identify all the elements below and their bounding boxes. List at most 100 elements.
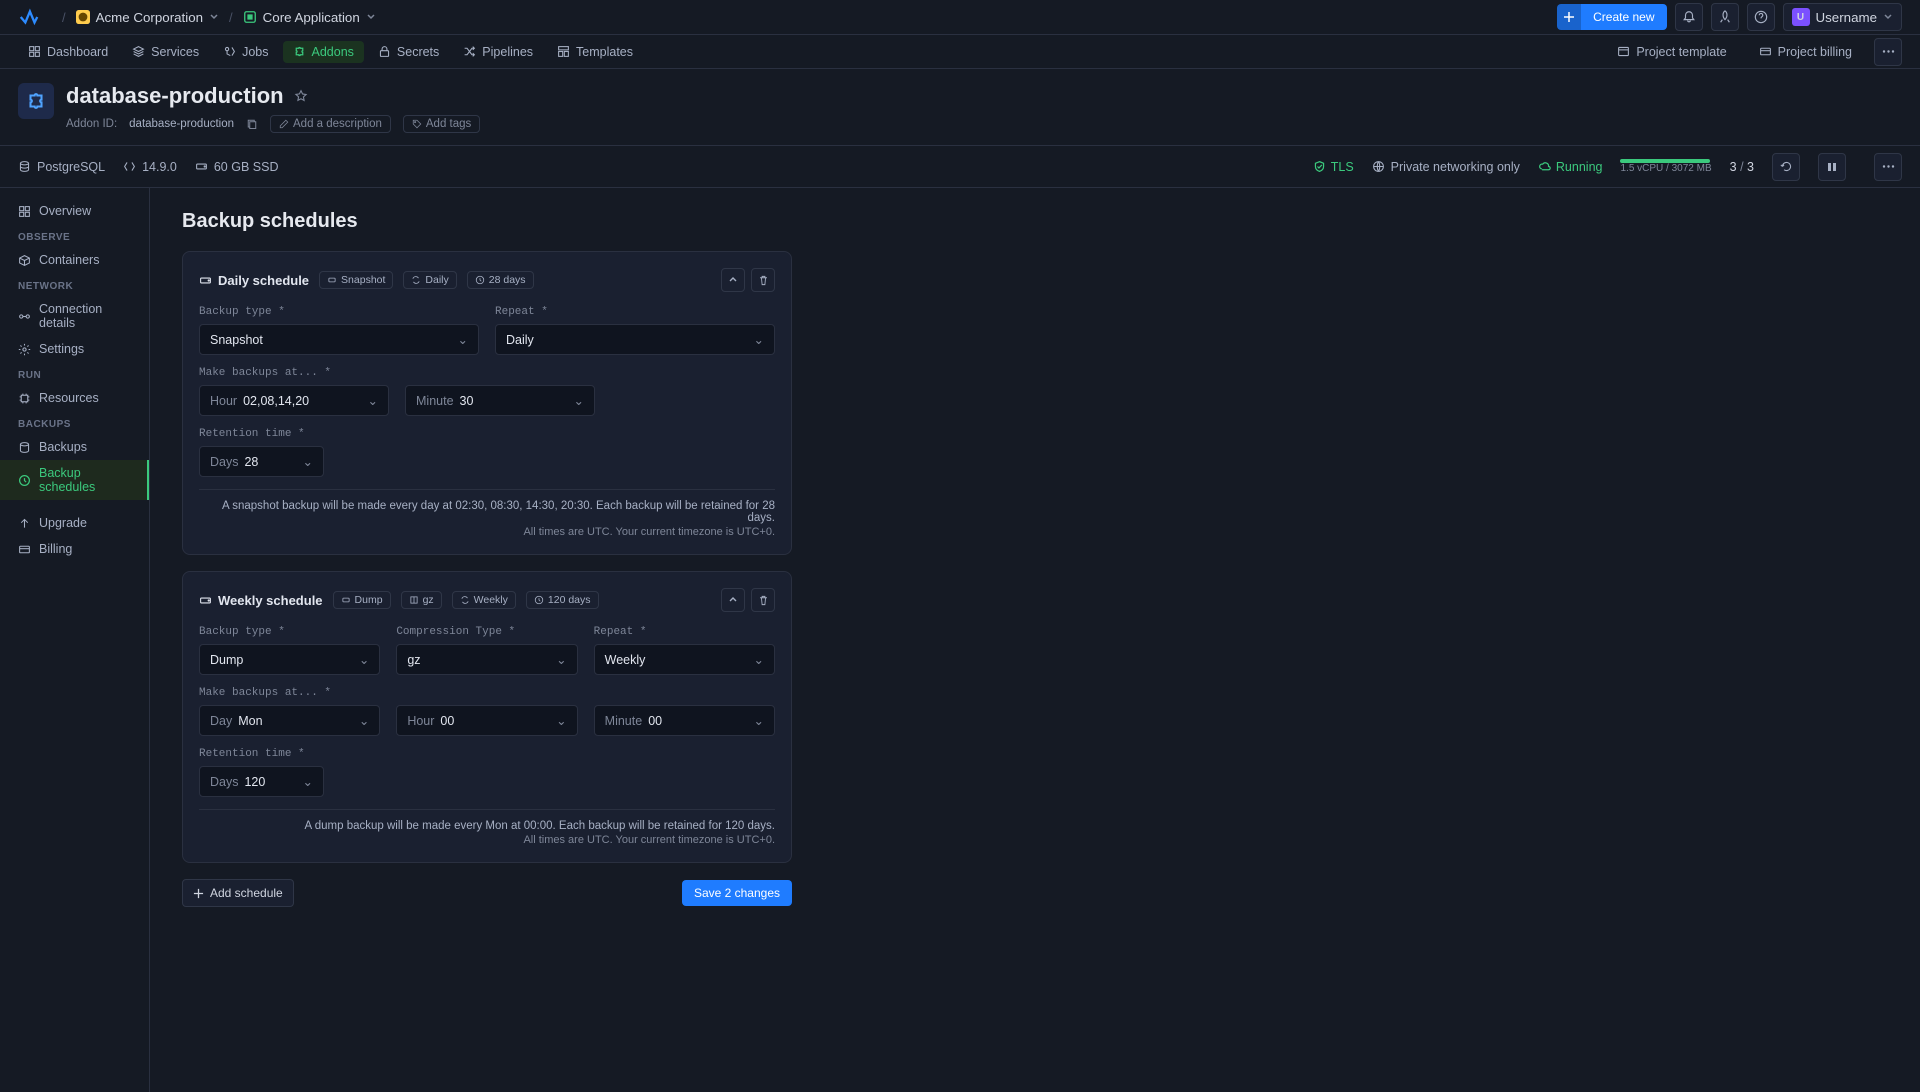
tab-more-button[interactable]	[1874, 38, 1902, 66]
backup-type-select[interactable]: Snapshot⌄	[199, 324, 479, 355]
grid-icon	[18, 205, 31, 218]
changelog-button[interactable]	[1711, 3, 1739, 31]
delete-button[interactable]	[751, 588, 775, 612]
tab-templates[interactable]: Templates	[547, 41, 643, 63]
tab-secrets[interactable]: Secrets	[368, 41, 449, 63]
collapse-button[interactable]	[721, 268, 745, 292]
create-new-button[interactable]: Create new	[1581, 4, 1666, 30]
add-schedule-label: Add schedule	[210, 886, 283, 900]
card-icon	[18, 543, 31, 556]
schedule-card-daily: Daily schedule Snapshot Daily 28 days Ba…	[182, 251, 792, 555]
card-title: Weekly schedule	[199, 593, 323, 608]
sidebar-item-resources[interactable]: Resources	[0, 385, 149, 411]
sidebar-item-overview[interactable]: Overview	[0, 198, 149, 224]
sidebar-item-label: Backup schedules	[39, 466, 129, 494]
engine-label: PostgreSQL	[37, 160, 105, 174]
username-label: Username	[1816, 10, 1877, 25]
tab-addons[interactable]: Addons	[283, 41, 364, 63]
retention-days-select[interactable]: Days120⌄	[199, 766, 324, 797]
compression-select[interactable]: gz⌄	[396, 644, 577, 675]
breadcrumb-sep: /	[62, 10, 66, 25]
tab-project-billing[interactable]: Project billing	[1749, 41, 1862, 63]
tab-label: Dashboard	[47, 45, 108, 59]
version-info: 14.9.0	[123, 160, 177, 174]
tab-label: Project template	[1636, 45, 1726, 59]
more-button[interactable]	[1874, 153, 1902, 181]
trash-icon	[758, 595, 769, 606]
sidebar-item-upgrade[interactable]: Upgrade	[0, 510, 149, 536]
tab-pipelines[interactable]: Pipelines	[453, 41, 543, 63]
sidebar-item-backups[interactable]: Backups	[0, 434, 149, 460]
hour-select[interactable]: Hour02,08,14,20⌄	[199, 385, 389, 416]
rocket-icon	[1718, 10, 1732, 24]
delete-button[interactable]	[751, 268, 775, 292]
tab-dashboard[interactable]: Dashboard	[18, 41, 118, 63]
chevron-up-icon	[728, 595, 738, 605]
card-title-text: Weekly schedule	[218, 593, 323, 608]
tab-label: Jobs	[242, 45, 268, 59]
copy-icon[interactable]	[246, 118, 258, 130]
breadcrumb-app[interactable]: Core Application	[243, 10, 376, 25]
repeat-select[interactable]: Daily⌄	[495, 324, 775, 355]
version-label: 14.9.0	[142, 160, 177, 174]
tab-project-template[interactable]: Project template	[1607, 41, 1736, 63]
layers-icon	[132, 45, 145, 58]
minute-select[interactable]: Minute30⌄	[405, 385, 595, 416]
database-icon	[18, 160, 31, 173]
add-description-button[interactable]: Add a description	[270, 115, 391, 133]
cloud-icon	[1538, 160, 1551, 173]
backup-type-select[interactable]: Dump⌄	[199, 644, 380, 675]
logo-icon[interactable]	[18, 6, 40, 28]
sidebar-item-schedules[interactable]: Backup schedules	[0, 460, 149, 500]
hour-select[interactable]: Hour00⌄	[396, 705, 577, 736]
save-changes-button[interactable]: Save 2 changes	[682, 880, 792, 906]
usage-meter: 1.5 vCPU / 3072 MB	[1620, 159, 1711, 174]
dots-icon	[1882, 165, 1895, 168]
sidebar-item-label: Resources	[39, 391, 99, 405]
create-new-label: Create new	[1593, 10, 1654, 24]
save-label: Save 2 changes	[694, 886, 780, 900]
sidebar-item-label: Overview	[39, 204, 91, 218]
sidebar-item-connection[interactable]: Connection details	[0, 296, 149, 336]
chevron-down-icon	[366, 12, 376, 22]
retention-days-select[interactable]: Days28⌄	[199, 446, 324, 477]
networking-label: Private networking only	[1391, 160, 1520, 174]
day-select[interactable]: DayMon⌄	[199, 705, 380, 736]
archive-icon	[18, 441, 31, 454]
tab-jobs[interactable]: Jobs	[213, 41, 278, 63]
card-title: Daily schedule	[199, 273, 309, 288]
breadcrumb-org[interactable]: Acme Corporation	[76, 10, 219, 25]
field-label: Compression Type *	[396, 626, 577, 638]
help-button[interactable]	[1747, 3, 1775, 31]
field-label: Repeat *	[495, 306, 775, 318]
tab-services[interactable]: Services	[122, 41, 209, 63]
disk-info: 60 GB SSD	[195, 160, 279, 174]
sidebar-group-observe: OBSERVE	[0, 224, 149, 247]
sidebar-item-settings[interactable]: Settings	[0, 336, 149, 362]
create-new-plus[interactable]	[1557, 4, 1581, 30]
repeat-select[interactable]: Weekly⌄	[594, 644, 775, 675]
minute-select[interactable]: Minute00⌄	[594, 705, 775, 736]
field-label: Backup type *	[199, 626, 380, 638]
user-menu[interactable]: U Username	[1783, 3, 1902, 31]
notifications-button[interactable]	[1675, 3, 1703, 31]
restart-button[interactable]	[1772, 153, 1800, 181]
tls-badge: TLS	[1313, 160, 1354, 174]
dots-icon	[1882, 50, 1895, 53]
box-icon	[18, 254, 31, 267]
add-schedule-button[interactable]: Add schedule	[182, 879, 294, 907]
tab-label: Project billing	[1778, 45, 1852, 59]
sidebar-item-containers[interactable]: Containers	[0, 247, 149, 273]
breadcrumb-app-label: Core Application	[263, 10, 360, 25]
puzzle-icon	[25, 90, 47, 112]
pause-button[interactable]	[1818, 153, 1846, 181]
star-icon[interactable]	[294, 89, 308, 103]
puzzle-icon	[293, 45, 306, 58]
grid-icon	[28, 45, 41, 58]
sidebar-item-billing[interactable]: Billing	[0, 536, 149, 562]
field-label: Make backups at... *	[199, 367, 775, 379]
add-tags-button[interactable]: Add tags	[403, 115, 480, 133]
bell-icon	[1682, 10, 1696, 24]
collapse-button[interactable]	[721, 588, 745, 612]
tls-label: TLS	[1331, 160, 1354, 174]
